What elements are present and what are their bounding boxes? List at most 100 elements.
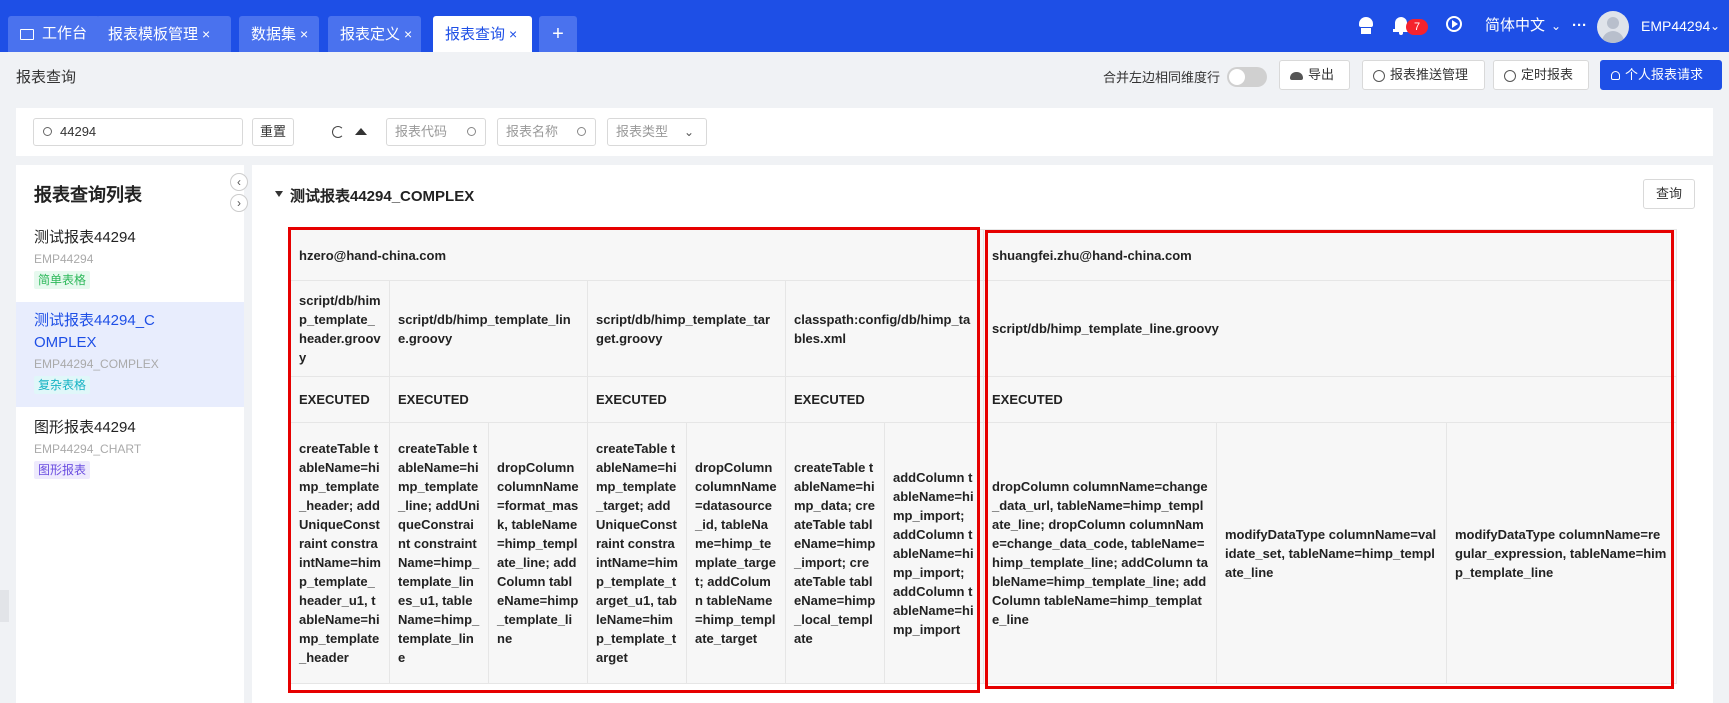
report-code: EMP44294 bbox=[34, 252, 94, 266]
table-row: createTable tableName=himp_template_head… bbox=[290, 422, 1677, 684]
change-cell: dropColumn columnName=format_mask, table… bbox=[488, 422, 588, 684]
query-button[interactable]: 查询 bbox=[1643, 179, 1695, 209]
search-icon bbox=[467, 127, 476, 136]
personal-label: 个人报表请求 bbox=[1625, 67, 1704, 82]
scheduled-report-button[interactable]: 定时报表 bbox=[1493, 60, 1589, 90]
file-cell: classpath:config/db/himp_tables.xml bbox=[785, 280, 984, 377]
table-row: hzero@hand-china.com shuangfei.zhu@hand-… bbox=[290, 229, 1677, 281]
merge-rows-toggle[interactable] bbox=[1227, 67, 1267, 87]
timer-label: 定时报表 bbox=[1521, 67, 1574, 82]
refresh-icon[interactable] bbox=[332, 126, 344, 138]
file-cell: script/db/himp_template_target.groovy bbox=[587, 280, 786, 377]
change-cell: createTable tableName=himp_template_targ… bbox=[587, 422, 687, 684]
file-cell: script/db/himp_template_header.groovy bbox=[290, 280, 390, 377]
report-title: 测试报表44294_COMPLEX bbox=[290, 188, 475, 205]
report-name: 图形报表44294 bbox=[34, 419, 136, 436]
export-button[interactable]: 导出 bbox=[1279, 60, 1350, 90]
caret-down-icon[interactable] bbox=[275, 191, 283, 197]
close-icon[interactable]: × bbox=[509, 26, 517, 42]
report-push-management-button[interactable]: 报表推送管理 bbox=[1362, 60, 1485, 90]
close-icon[interactable]: × bbox=[300, 26, 308, 42]
report-type-select[interactable]: 报表类型 ⌄ bbox=[607, 118, 707, 146]
report-name-placeholder: 报表名称 bbox=[506, 124, 559, 139]
export-label: 导出 bbox=[1308, 67, 1335, 82]
report-code: EMP44294_CHART bbox=[34, 442, 142, 456]
status-cell: EXECUTED bbox=[290, 376, 390, 423]
change-cell: createTable tableName=himp_template_line… bbox=[389, 422, 489, 684]
report-code-input[interactable]: 报表代码 bbox=[386, 118, 486, 146]
tab-workbench[interactable]: 工作台 bbox=[8, 16, 100, 52]
avatar[interactable] bbox=[1597, 11, 1629, 43]
edge-handle[interactable] bbox=[0, 590, 9, 622]
tab-report-query[interactable]: 报表查询 × bbox=[433, 16, 532, 52]
play-circle-icon[interactable] bbox=[1446, 16, 1462, 32]
expand-right-icon[interactable]: › bbox=[230, 194, 248, 212]
chevron-down-icon: ⌄ bbox=[683, 125, 694, 139]
report-type-tag: 图形报表 bbox=[34, 461, 91, 479]
collapse-left-icon[interactable]: ‹ bbox=[230, 173, 248, 191]
sidebar-item-complex-report[interactable]: 测试报表44294_C OMPLEX EMP44294_COMPLEX 复杂表格 bbox=[16, 302, 244, 407]
collapse-up-icon[interactable] bbox=[355, 128, 367, 135]
cloud-download-icon bbox=[1290, 71, 1303, 80]
reset-button[interactable]: 重置 bbox=[252, 118, 294, 146]
status-cell: EXECUTED bbox=[587, 376, 786, 423]
sidebar-title: 报表查询列表 bbox=[34, 185, 142, 205]
report-table: hzero@hand-china.com shuangfei.zhu@hand-… bbox=[290, 229, 1677, 684]
report-type-tag: 复杂表格 bbox=[34, 376, 91, 394]
change-cell: createTable tableName=himp_data; createT… bbox=[785, 422, 885, 684]
add-tab-button[interactable]: + bbox=[539, 16, 577, 52]
chef-hat-icon[interactable] bbox=[1358, 17, 1374, 35]
report-type-placeholder: 报表类型 bbox=[616, 124, 669, 139]
personal-report-request-button[interactable]: 个人报表请求 bbox=[1600, 60, 1722, 90]
push-label: 报表推送管理 bbox=[1390, 67, 1469, 82]
change-cell: dropColumn columnName=change_data_url, t… bbox=[983, 422, 1217, 684]
change-cell: dropColumn columnName=datasource_id, tab… bbox=[686, 422, 786, 684]
file-cell: script/db/himp_template_line.groovy bbox=[389, 280, 588, 377]
status-cell: EXECUTED bbox=[389, 376, 588, 423]
tab-report-definition[interactable]: 报表定义 × bbox=[328, 16, 421, 52]
report-type-tag: 简单表格 bbox=[34, 271, 91, 289]
status-cell: EXECUTED bbox=[785, 376, 984, 423]
tab-report-template-management[interactable]: 报表模板管理 × bbox=[96, 16, 231, 52]
search-icon bbox=[577, 127, 586, 136]
filter-bar: 44294 重置 报表代码 报表名称 报表类型 ⌄ bbox=[16, 108, 1713, 156]
user-icon bbox=[1611, 71, 1620, 81]
sidebar-item-chart-report[interactable]: 图形报表44294 EMP44294_CHART 图形报表 bbox=[16, 413, 244, 485]
report-name-input[interactable]: 报表名称 bbox=[497, 118, 596, 146]
tab-label: 报表模板管理 bbox=[108, 26, 199, 43]
chevron-down-icon[interactable]: ⌄ bbox=[1710, 0, 1720, 52]
tab-label: 报表查询 bbox=[445, 26, 506, 43]
report-content-panel: 测试报表44294_COMPLEX 查询 hzero@hand-china.co… bbox=[252, 165, 1713, 703]
search-icon bbox=[43, 127, 52, 136]
monitor-icon bbox=[20, 28, 34, 40]
tab-label: 报表定义 bbox=[340, 26, 401, 43]
change-cell: modifyDataType columnName=regular_expres… bbox=[1446, 422, 1677, 684]
timer-icon bbox=[1504, 69, 1516, 82]
language-label: 简体中文 bbox=[1485, 17, 1546, 34]
report-name: 测试报表44294_C OMPLEX bbox=[34, 312, 155, 351]
top-navigation-bar: 工作台 报表模板管理 × 数据集 × 报表定义 × 报表查询 × + 7 简体中文 ⌄ ·… bbox=[0, 0, 1729, 52]
close-icon[interactable]: × bbox=[202, 26, 210, 42]
report-code: EMP44294_COMPLEX bbox=[34, 357, 159, 371]
close-icon[interactable]: × bbox=[404, 26, 412, 42]
timer-icon bbox=[1373, 69, 1385, 82]
username[interactable]: EMP44294 bbox=[1641, 0, 1710, 52]
sidebar-item-simple-report[interactable]: 测试报表44294 EMP44294 简单表格 bbox=[16, 223, 244, 294]
file-cell: script/db/himp_template_line.groovy bbox=[983, 280, 1677, 377]
tab-dataset[interactable]: 数据集 × bbox=[239, 16, 319, 52]
language-selector[interactable]: 简体中文 ⌄ bbox=[1485, 0, 1561, 52]
search-value: 44294 bbox=[60, 124, 97, 139]
page-title: 报表查询 bbox=[16, 69, 77, 86]
more-menu-button[interactable]: ··· bbox=[1572, 0, 1587, 52]
change-cell: modifyDataType columnName=validate_set, … bbox=[1216, 422, 1447, 684]
search-input[interactable]: 44294 bbox=[33, 118, 243, 146]
report-code-placeholder: 报表代码 bbox=[395, 124, 448, 139]
table-row: script/db/himp_template_header.groovy sc… bbox=[290, 280, 1677, 377]
merge-rows-label: 合并左边相同维度行 bbox=[1103, 70, 1221, 85]
author-cell: shuangfei.zhu@hand-china.com bbox=[983, 229, 1677, 281]
tab-label: 工作台 bbox=[42, 25, 88, 42]
notification-badge: 7 bbox=[1406, 19, 1428, 35]
tab-label: 数据集 bbox=[251, 26, 297, 43]
status-cell: EXECUTED bbox=[983, 376, 1677, 423]
author-cell: hzero@hand-china.com bbox=[290, 229, 984, 281]
